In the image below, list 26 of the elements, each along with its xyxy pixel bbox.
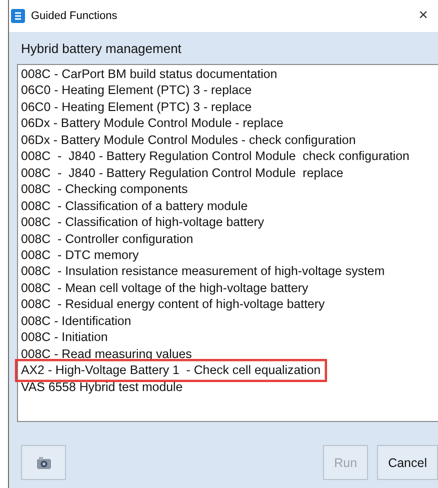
list-item[interactable]: 008C - Residual energy content of high-voltage battery xyxy=(21,296,328,313)
list-item[interactable]: 008C - Controller configuration xyxy=(21,230,196,247)
list-item[interactable]: 008C - Classification of a battery module xyxy=(21,198,251,214)
list-item[interactable]: 06C0 - Heating Element (PTC) 3 - replace xyxy=(21,98,255,116)
list-item[interactable]: 008C - Mean cell voltage of the high-voltage battery xyxy=(21,280,312,296)
list-item[interactable]: 008C - Read measuring values xyxy=(21,346,195,362)
list-item[interactable]: 06Dx - Battery Module Control Module - replace xyxy=(21,115,286,132)
list-item[interactable]: 06C0 - Heating Element (PTC) 3 - replace xyxy=(21,82,255,99)
list-item[interactable]: 06Dx - Battery Module Control Modules - check configuration xyxy=(21,132,359,148)
close-button[interactable]: × xyxy=(418,7,428,25)
list-item[interactable]: 008C - Initiation xyxy=(21,329,111,346)
list-item[interactable]: AX2 - High-Voltage Battery 1 - Check cell equalization xyxy=(18,362,324,379)
list-item[interactable]: 008C - CarPort BM build status documentation xyxy=(21,66,280,82)
list-item[interactable]: 008C - Insulation resistance measurement of high-voltage system xyxy=(21,263,388,280)
list-item[interactable]: 008C - DTC memory xyxy=(21,246,142,264)
cancel-button[interactable]: Cancel xyxy=(377,445,438,480)
list-item[interactable]: 008C - J840 - Battery Regulation Control Module replace xyxy=(21,164,346,182)
list-item[interactable]: 008C - Classification of high-voltage battery xyxy=(21,214,268,231)
list-item[interactable]: 008C - J840 - Battery Regulation Control Module check configuration xyxy=(21,148,412,165)
screenshot-button[interactable] xyxy=(21,445,66,480)
dialog-heading: Hybrid battery management xyxy=(20,40,182,58)
window-title: Guided Functions xyxy=(31,10,118,22)
list-item[interactable]: 008C - Checking components xyxy=(21,181,191,198)
list-item[interactable]: 008C - Identification xyxy=(21,312,134,330)
camera-icon xyxy=(36,456,52,470)
list-item[interactable]: VAS 6558 Hybrid test module xyxy=(21,378,186,396)
